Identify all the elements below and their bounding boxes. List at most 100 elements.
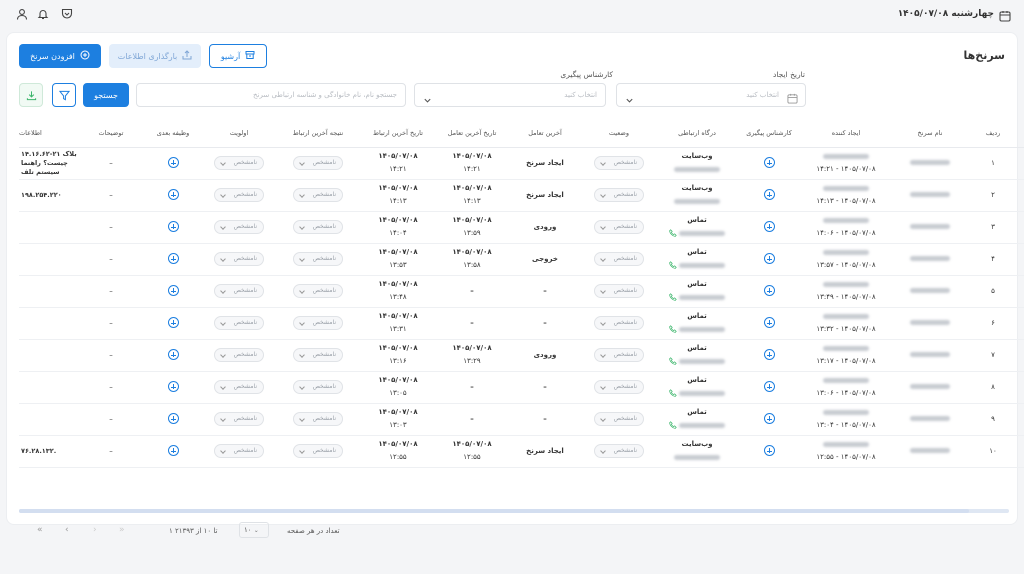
priority-cell[interactable]: نامشخص	[203, 339, 275, 372]
contact-result-select[interactable]: نامشخص	[293, 380, 343, 394]
plus-circle-icon[interactable]	[763, 445, 775, 456]
col-last-contact-date[interactable]: تاریخ آخرین ارتباط	[361, 120, 435, 148]
contact-result-cell[interactable]: نامشخص	[275, 211, 361, 244]
row-select-cell[interactable]	[1017, 403, 1024, 436]
plus-circle-icon[interactable]	[167, 317, 179, 328]
contact-result-select[interactable]: نامشخص	[293, 188, 343, 202]
next-task-cell[interactable]	[143, 403, 203, 436]
status-cell[interactable]: نامشخص	[581, 275, 657, 308]
search-button[interactable]: جستجو	[83, 83, 129, 107]
row-select-cell[interactable]	[1017, 275, 1024, 308]
status-select[interactable]: نامشخص	[594, 412, 644, 426]
col-next-task[interactable]: وظیفه بعدی	[143, 120, 203, 148]
plus-circle-icon[interactable]	[167, 253, 179, 264]
table-row[interactable]: ۱ ۱۴۰۵/۰۷/۰۸ - ۱۴:۲۱ وب‌سایت نامشخص ایجا…	[19, 147, 1024, 180]
created-date-select[interactable]: انتخاب کنید	[616, 83, 806, 107]
priority-cell[interactable]: نامشخص	[203, 403, 275, 436]
col-expert[interactable]: کارشناس پیگیری	[737, 120, 801, 148]
lead-name-cell[interactable]	[891, 147, 969, 180]
table-row[interactable]: ۴ ۱۴۰۵/۰۷/۰۸ - ۱۳:۵۷ تماس نامشخص خروجی ۱…	[19, 243, 1024, 276]
table-row[interactable]: ۶ ۱۴۰۵/۰۷/۰۸ - ۱۳:۳۲ تماس نامشخص – – ۱۴۰…	[19, 307, 1024, 340]
priority-cell[interactable]: نامشخص	[203, 147, 275, 180]
row-select-cell[interactable]	[1017, 339, 1024, 372]
status-cell[interactable]: نامشخص	[581, 371, 657, 404]
col-status[interactable]: وضعیت	[581, 120, 657, 148]
status-cell[interactable]: نامشخص	[581, 435, 657, 468]
expert-cell[interactable]	[737, 275, 801, 308]
priority-cell[interactable]: نامشخص	[203, 371, 275, 404]
next-task-cell[interactable]	[143, 435, 203, 468]
bell-icon[interactable]	[36, 7, 50, 21]
status-cell[interactable]: نامشخص	[581, 307, 657, 340]
pocket-icon[interactable]	[60, 7, 74, 21]
priority-cell[interactable]: نامشخص	[203, 275, 275, 308]
row-select-cell[interactable]	[1017, 179, 1024, 212]
contact-result-cell[interactable]: نامشخص	[275, 371, 361, 404]
contact-result-select[interactable]: نامشخص	[293, 156, 343, 170]
lead-name-cell[interactable]	[891, 403, 969, 436]
status-cell[interactable]: نامشخص	[581, 211, 657, 244]
next-task-cell[interactable]	[143, 307, 203, 340]
per-page-select[interactable]: ۱۰ ⌄	[239, 522, 269, 538]
plus-circle-icon[interactable]	[167, 381, 179, 392]
row-select-cell[interactable]	[1017, 307, 1024, 340]
table-row[interactable]: ۳ ۱۴۰۵/۰۷/۰۸ - ۱۴:۰۶ تماس نامشخص ورودی ۱…	[19, 211, 1024, 244]
row-select-cell[interactable]	[1017, 371, 1024, 404]
status-select[interactable]: نامشخص	[594, 220, 644, 234]
status-select[interactable]: نامشخص	[594, 252, 644, 266]
lead-name-cell[interactable]	[891, 243, 969, 276]
expert-cell[interactable]	[737, 243, 801, 276]
plus-circle-icon[interactable]	[167, 157, 179, 168]
status-cell[interactable]: نامشخص	[581, 339, 657, 372]
priority-select[interactable]: نامشخص	[214, 316, 264, 330]
status-cell[interactable]: نامشخص	[581, 243, 657, 276]
priority-select[interactable]: نامشخص	[214, 252, 264, 266]
horizontal-scrollbar[interactable]	[19, 509, 1009, 513]
next-task-cell[interactable]	[143, 211, 203, 244]
status-select[interactable]: نامشخص	[594, 156, 644, 170]
expert-select[interactable]: انتخاب کنید	[414, 83, 606, 107]
plus-circle-icon[interactable]	[763, 413, 775, 424]
search-input[interactable]: جستجو نام، نام خانوادگی و شناسه ارتباطی …	[136, 83, 406, 107]
priority-cell[interactable]: نامشخص	[203, 211, 275, 244]
contact-result-cell[interactable]: نامشخص	[275, 435, 361, 468]
plus-circle-icon[interactable]	[167, 189, 179, 200]
status-cell[interactable]: نامشخص	[581, 179, 657, 212]
next-task-cell[interactable]	[143, 243, 203, 276]
row-select-cell[interactable]	[1017, 211, 1024, 244]
lead-name-cell[interactable]	[891, 435, 969, 468]
contact-result-select[interactable]: نامشخص	[293, 348, 343, 362]
contact-result-cell[interactable]: نامشخص	[275, 243, 361, 276]
priority-cell[interactable]: نامشخص	[203, 307, 275, 340]
priority-cell[interactable]: نامشخص	[203, 435, 275, 468]
priority-select[interactable]: نامشخص	[214, 156, 264, 170]
col-priority[interactable]: اولویت	[203, 120, 275, 148]
user-icon[interactable]	[15, 7, 29, 21]
add-lead-button[interactable]: افزودن سرنخ	[19, 44, 101, 68]
priority-cell[interactable]: نامشخص	[203, 179, 275, 212]
next-task-cell[interactable]	[143, 179, 203, 212]
next-task-cell[interactable]	[143, 339, 203, 372]
contact-result-cell[interactable]: نامشخص	[275, 339, 361, 372]
last-page-icon[interactable]: »	[119, 525, 125, 535]
next-task-cell[interactable]	[143, 371, 203, 404]
lead-name-cell[interactable]	[891, 179, 969, 212]
table-row[interactable]: ۱۰ ۱۴۰۵/۰۷/۰۸ - ۱۲:۵۵ وب‌سایت نامشخص ایج…	[19, 435, 1024, 468]
status-select[interactable]: نامشخص	[594, 348, 644, 362]
row-select-cell[interactable]	[1017, 147, 1024, 180]
priority-select[interactable]: نامشخص	[214, 284, 264, 298]
table-row[interactable]: ۹ ۱۴۰۵/۰۷/۰۸ - ۱۳:۰۴ تماس نامشخص – – ۱۴۰…	[19, 403, 1024, 436]
expert-cell[interactable]	[737, 147, 801, 180]
next-task-cell[interactable]	[143, 275, 203, 308]
plus-circle-icon[interactable]	[167, 413, 179, 424]
table-row[interactable]: ۵ ۱۴۰۵/۰۷/۰۸ - ۱۳:۴۹ تماس نامشخص – – ۱۴۰…	[19, 275, 1024, 308]
plus-circle-icon[interactable]	[763, 157, 775, 168]
priority-select[interactable]: نامشخص	[214, 220, 264, 234]
contact-result-cell[interactable]: نامشخص	[275, 403, 361, 436]
expert-cell[interactable]	[737, 307, 801, 340]
lead-name-cell[interactable]	[891, 307, 969, 340]
table-row[interactable]: ۷ ۱۴۰۵/۰۷/۰۸ - ۱۳:۱۷ تماس نامشخص ورودی ۱…	[19, 339, 1024, 372]
col-info[interactable]: اطلاعات	[19, 120, 79, 148]
lead-name-cell[interactable]	[891, 371, 969, 404]
plus-circle-icon[interactable]	[167, 445, 179, 456]
